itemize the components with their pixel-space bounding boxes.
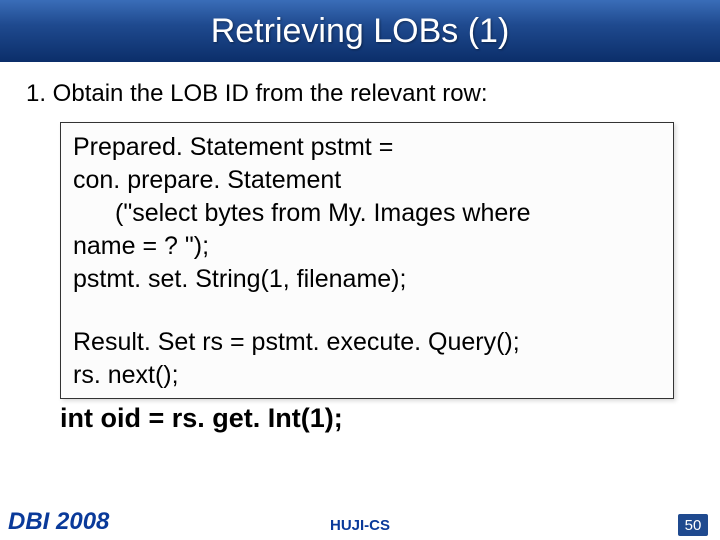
footer-left: DBI 2008 (8, 508, 109, 536)
page-number-badge: 50 (678, 514, 708, 536)
title-bar: Retrieving LOBs (1) (0, 0, 720, 62)
code-line: name = ? "); (73, 230, 661, 263)
code-line: rs. next(); (73, 359, 661, 392)
slide-title: Retrieving LOBs (1) (211, 12, 510, 51)
code-line: con. prepare. Statement (73, 164, 661, 197)
footer-center: HUJI-CS (330, 517, 390, 534)
code-line: Prepared. Statement pstmt = (73, 131, 661, 164)
code-line: pstmt. set. String(1, filename); (73, 263, 661, 296)
step-1-text: 1. Obtain the LOB ID from the relevant r… (18, 80, 702, 108)
code-last-line: int oid = rs. get. Int(1); (60, 401, 702, 436)
footer: DBI 2008 HUJI-CS 50 (0, 508, 720, 540)
code-box: Prepared. Statement pstmt = con. prepare… (60, 122, 674, 399)
blank-line (73, 296, 661, 326)
slide-body: 1. Obtain the LOB ID from the relevant r… (0, 62, 720, 436)
code-line: Result. Set rs = pstmt. execute. Query()… (73, 326, 661, 359)
code-line: ("select bytes from My. Images where (73, 197, 661, 230)
